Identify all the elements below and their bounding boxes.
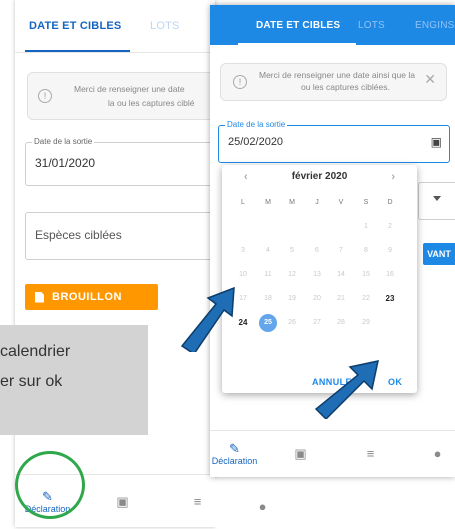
calendar-day[interactable]: 11 [257,265,279,285]
calendar-day[interactable]: 14 [330,265,352,285]
draft-button[interactable]: BROUILLON [25,284,158,310]
info-icon: ! [233,75,247,89]
nav-list-front[interactable]: ≡ [348,431,393,476]
background-screen: DATE ET CIBLES LOTS ! Merci de renseigne… [15,0,215,527]
instruction-line2: er sur ok [0,373,63,390]
calendar-day-selected[interactable]: 25 [257,313,279,333]
tab-lots[interactable]: LOTS [150,0,180,52]
person-icon: ● [433,445,442,461]
chevron-down-icon [433,196,441,201]
pencil-icon: ✎ [229,440,240,456]
info-text-line2: ou les captures ciblées. [301,82,390,92]
calendar-day[interactable]: 5 [281,241,303,261]
calendar-day[interactable]: 3 [232,241,254,261]
weekday-label: V [338,199,344,206]
ok-button[interactable]: OK [388,377,402,387]
chevron-left-icon[interactable]: ‹ [244,171,248,183]
calendar-day[interactable]: 23 [379,289,401,309]
list-check-icon: ≡ [193,493,202,509]
bottom-nav-extension: ● [215,478,275,527]
date-field-value: 25/02/2020 [228,136,284,148]
tab-date-et-cibles[interactable]: DATE ET CIBLES [29,0,121,52]
info-message: ! Merci de renseigner une date la ou les… [27,72,215,120]
list-check-icon: ≡ [366,445,375,461]
arrow-to-date-icon [180,286,235,352]
person-icon: ● [258,498,267,514]
calendar-day[interactable]: 12 [281,265,303,285]
calendar-day[interactable]: 8 [355,241,377,261]
calendar-icon: ▣ [294,445,307,461]
species-field[interactable]: Espèces ciblées [25,212,215,260]
chevron-right-icon[interactable]: › [391,171,395,183]
tab-engins-front[interactable]: ENGINS [415,5,455,45]
nav-calendar-front[interactable]: ▣ [278,431,323,476]
weekday-label: J [315,199,319,206]
draft-button-label: BROUILLON [52,291,122,303]
weekday-label: D [387,199,393,206]
date-field[interactable]: Date de la sortie 31/01/2020 [25,137,215,186]
calendar-icon[interactable]: ▣ [431,135,442,149]
calendar-day[interactable]: 26 [281,313,303,333]
date-field-label: Date de la sortie [225,120,288,129]
tab-date-et-cibles-front[interactable]: DATE ET CIBLES [256,5,340,45]
calendar-day[interactable]: 20 [306,289,328,309]
calendar-day[interactable]: 1 [355,217,377,237]
calendar-day[interactable]: 21 [330,289,352,309]
select-field[interactable] [418,182,455,220]
info-icon: ! [38,89,52,103]
weekday-label: M [289,199,295,206]
highlight-circle [15,451,85,519]
nav-profile-front[interactable]: ● [415,431,455,476]
calendar-day[interactable]: 19 [281,289,303,309]
nav-declaration-front[interactable]: ✎ Déclaration [211,431,258,476]
tab-indicator [25,50,130,52]
date-field-label: Date de la sortie [32,137,95,146]
calendar-day[interactable]: 6 [306,241,328,261]
tab-bar: DATE ET CIBLES LOTS [15,0,215,53]
info-text-line2: la ou les captures ciblé [108,98,195,108]
weekday-label: S [363,199,369,206]
nav-declaration-label: Déclaration [211,455,258,466]
species-field-placeholder: Espèces ciblées [35,228,122,242]
tab-bar-front: DATE ET CIBLES LOTS ENGINS [210,5,455,45]
weekday-label: L [241,199,245,206]
calendar-day[interactable]: 9 [379,241,401,261]
calendar-day[interactable]: 16 [379,265,401,285]
date-field-front[interactable]: Date de la sortie 25/02/2020 ▣ [218,120,450,163]
calendar-day[interactable]: 29 [355,313,377,333]
document-icon [35,291,44,303]
info-text-line1: Merci de renseigner une date [74,84,185,94]
next-button[interactable]: VANT [423,243,455,265]
tab-lots-front[interactable]: LOTS [358,5,385,45]
nav-calendar[interactable]: ▣ [100,479,145,524]
calendar-month-label: février 2020 [291,171,348,182]
nav-profile[interactable]: ● [240,484,285,529]
tab-indicator-front [238,43,356,45]
instruction-line1: calendrier [0,343,71,360]
calendar-header: ‹ février 2020 › [222,171,417,187]
close-icon[interactable]: ✕ [424,72,436,86]
nav-list[interactable]: ≡ [175,479,215,524]
instruction-box: calendrier er sur ok [0,325,148,435]
date-field-value: 31/01/2020 [35,156,96,170]
calendar-day[interactable]: 28 [330,313,352,333]
weekday-label: M [265,199,271,206]
bottom-navigation-front: ✎ Déclaration ▣ ≡ ● [210,430,455,476]
arrow-to-ok-button [314,360,379,419]
calendar-icon: ▣ [116,493,129,509]
calendar-day[interactable]: 22 [355,289,377,309]
calendar-day[interactable]: 15 [355,265,377,285]
info-message-front: ! ✕ Merci de renseigner une date ainsi q… [220,63,447,101]
calendar-day[interactable]: 18 [257,289,279,309]
calendar-day[interactable]: 13 [306,265,328,285]
calendar-day[interactable]: 27 [306,313,328,333]
calendar-day[interactable]: 7 [330,241,352,261]
calendar-day[interactable]: 4 [257,241,279,261]
calendar-day[interactable]: 2 [379,217,401,237]
